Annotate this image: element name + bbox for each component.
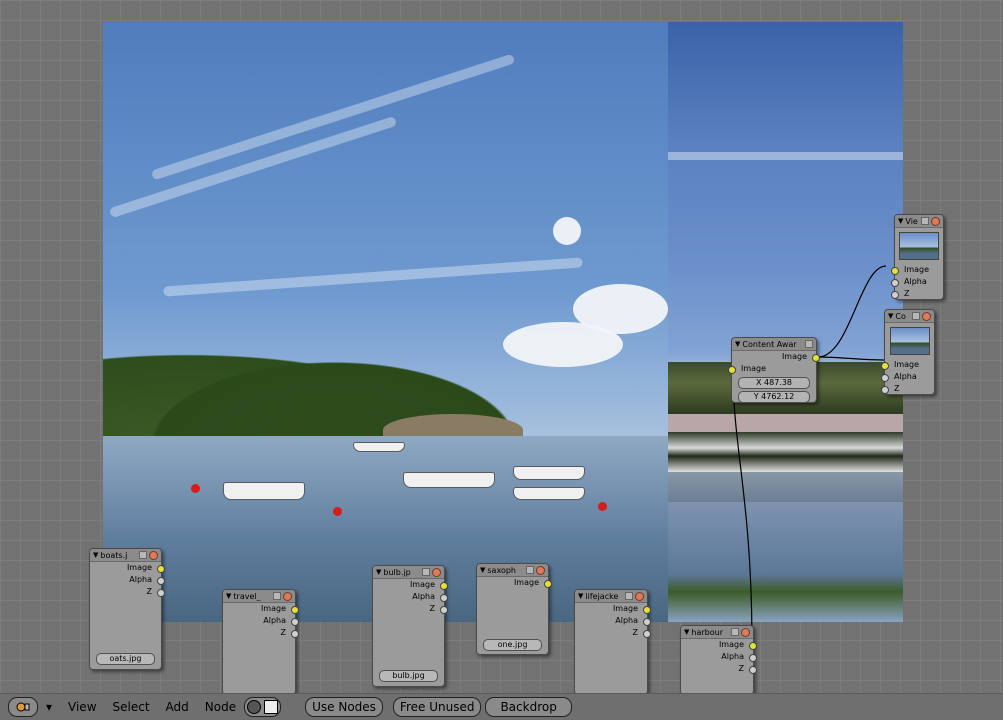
menu-node[interactable]: Node: [197, 700, 244, 714]
input-socket[interactable]: [891, 279, 899, 287]
node-title: saxoph: [487, 565, 516, 575]
menu-view[interactable]: View: [60, 700, 104, 714]
close-icon[interactable]: [536, 565, 545, 575]
backdrop-toggle[interactable]: Backdrop: [485, 697, 572, 717]
collapse-icon[interactable]: ▼: [480, 566, 485, 574]
output-socket[interactable]: [643, 630, 651, 638]
close-icon[interactable]: [931, 216, 940, 226]
composite-icon: [264, 700, 279, 714]
socket-z: Z: [90, 586, 165, 598]
image-file-field[interactable]: bulb.jpg: [379, 670, 438, 682]
image-file-field[interactable]: oats.jpg: [96, 653, 155, 665]
menu-add[interactable]: Add: [158, 700, 197, 714]
output-socket[interactable]: [749, 642, 757, 650]
node-editor-icon: [16, 702, 30, 712]
node-bulb[interactable]: ▼ bulb.jp Image Alpha Z bulb.jpg: [372, 565, 448, 687]
node-title: Vie: [905, 216, 918, 226]
node-title: lifejacke: [585, 591, 619, 601]
output-socket[interactable]: [643, 618, 651, 626]
editor-type-selector[interactable]: [8, 697, 38, 717]
output-socket[interactable]: [291, 630, 299, 638]
image-file-field[interactable]: one.jpg: [483, 639, 542, 651]
node-composite[interactable]: ▼ Co Image Alpha Z: [881, 309, 935, 395]
input-socket[interactable]: [881, 374, 889, 382]
composite-preview: [889, 327, 930, 355]
link-harbour-to-content: [732, 369, 753, 647]
output-socket[interactable]: [812, 354, 820, 362]
collapse-icon[interactable]: ▼: [578, 592, 583, 600]
link-content-to-viewer: [817, 265, 887, 358]
node-option-icon[interactable]: [422, 568, 430, 576]
node-viewer[interactable]: ▼ Vie Image Alpha Z: [891, 214, 944, 300]
output-socket[interactable]: [440, 582, 448, 590]
close-icon[interactable]: [283, 591, 292, 601]
node-option-icon[interactable]: [912, 312, 920, 320]
y-field[interactable]: Y 4762.12: [738, 391, 810, 403]
node-title: harbour: [691, 627, 723, 637]
output-socket[interactable]: [440, 594, 448, 602]
close-icon[interactable]: [149, 550, 158, 560]
node-option-icon[interactable]: [139, 551, 147, 559]
input-socket[interactable]: [891, 291, 899, 299]
node-option-icon[interactable]: [731, 628, 739, 636]
node-title: boats.j: [100, 550, 128, 560]
node-title: Co: [895, 311, 906, 321]
socket-alpha: Alpha: [90, 574, 165, 586]
free-unused-button[interactable]: Free Unused: [392, 697, 482, 717]
collapse-icon[interactable]: ▼: [684, 628, 689, 636]
close-icon[interactable]: [432, 567, 441, 577]
shader-icon: [247, 700, 262, 714]
output-socket[interactable]: [440, 606, 448, 614]
collapse-icon[interactable]: ▼: [888, 312, 893, 320]
output-socket[interactable]: [749, 666, 757, 674]
viewer-preview: [899, 232, 939, 260]
node-option-icon[interactable]: [805, 340, 813, 348]
collapse-icon[interactable]: ▼: [735, 340, 740, 348]
collapse-icon[interactable]: ▼: [376, 568, 381, 576]
link-content-to-composite: [817, 356, 887, 361]
output-socket[interactable]: [643, 606, 651, 614]
tree-type-selector[interactable]: [244, 697, 282, 717]
collapse-icon[interactable]: ▼: [93, 551, 98, 559]
output-socket[interactable]: [749, 654, 757, 662]
node-harbour[interactable]: ▼ harbour Image Alpha Z: [680, 625, 757, 695]
input-socket[interactable]: [728, 366, 736, 374]
socket-image: Image: [90, 562, 165, 574]
node-option-icon[interactable]: [526, 566, 534, 574]
node-editor-header: ▾ View Select Add Node Use Nodes Free Un…: [0, 693, 1003, 720]
node-option-icon[interactable]: [921, 217, 929, 225]
node-content-aware[interactable]: ▼ Content Awar Image Image X 487.38 Y 476…: [728, 337, 820, 403]
collapse-icon[interactable]: ▼: [898, 217, 903, 225]
use-nodes-toggle[interactable]: Use Nodes: [305, 697, 383, 717]
input-socket[interactable]: [891, 267, 899, 275]
close-icon[interactable]: [741, 627, 750, 637]
input-socket[interactable]: [881, 362, 889, 370]
menu-select[interactable]: Select: [105, 700, 158, 714]
node-boats[interactable]: ▼ boats.j Image Alpha Z oats.jpg: [89, 548, 165, 670]
x-field[interactable]: X 487.38: [738, 377, 810, 389]
node-saxoph[interactable]: ▼ saxoph Image one.jpg: [476, 563, 552, 655]
close-icon[interactable]: [635, 591, 644, 601]
node-title: bulb.jp: [383, 567, 411, 577]
close-icon[interactable]: [922, 311, 931, 321]
output-socket[interactable]: [291, 618, 299, 626]
output-socket[interactable]: [157, 589, 165, 597]
node-lifejacke[interactable]: ▼ lifejacke Image Alpha Z: [574, 589, 651, 695]
output-socket[interactable]: [157, 565, 165, 573]
output-socket[interactable]: [544, 580, 552, 588]
node-option-icon[interactable]: [625, 592, 633, 600]
input-socket[interactable]: [881, 386, 889, 394]
collapse-icon[interactable]: ▼: [226, 592, 231, 600]
menu-toggle-icon[interactable]: ▾: [38, 700, 60, 714]
node-travel[interactable]: ▼ travel_ Image Alpha Z: [222, 589, 299, 695]
output-socket[interactable]: [291, 606, 299, 614]
node-title: Content Awar: [742, 339, 797, 349]
node-title: travel_: [233, 591, 261, 601]
output-socket[interactable]: [157, 577, 165, 585]
node-option-icon[interactable]: [273, 592, 281, 600]
